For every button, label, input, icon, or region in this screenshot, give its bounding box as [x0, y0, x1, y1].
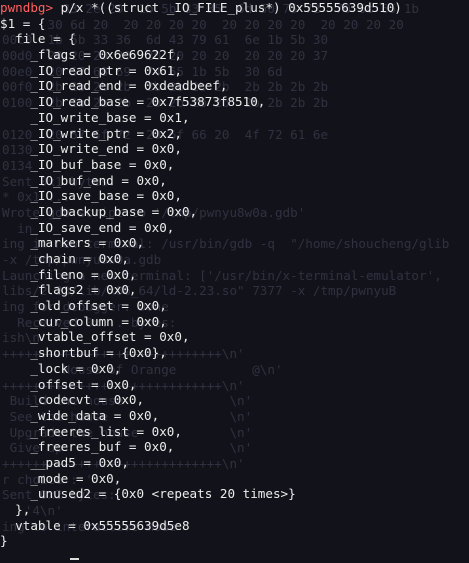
- output-line: },: [0, 502, 31, 517]
- output-line: _IO_buf_end = 0x0,: [0, 172, 167, 188]
- output-line: _chain = 0x0,: [0, 251, 129, 266]
- output-line: _freeres_buf = 0x0,: [0, 439, 175, 455]
- output-line: _IO_read_end = 0xdeadbeef,: [0, 78, 228, 94]
- output-line: _markers = 0x0,: [0, 235, 145, 251]
- output-line: vtable = 0x55555639d5e8: [0, 517, 190, 533]
- output-line: _IO_write_base = 0x1,: [0, 109, 190, 125]
- output-line: _cur_column = 0x0,: [0, 313, 167, 329]
- output-line: _shortbuf = {0x0},: [0, 345, 167, 361]
- output-line: _IO_buf_base = 0x0,: [0, 156, 175, 172]
- output-line: _IO_backup_base = 0x0,: [0, 203, 198, 219]
- output-line: _old_offset = 0x0,: [0, 298, 167, 314]
- gdb-output: pwndbg> p/x *((struct _IO_FILE_plus*) 0x…: [0, 0, 402, 549]
- output-line: _lock = 0x0,: [0, 360, 122, 376]
- command-line: pwndbg> p/x *((struct _IO_FILE_plus*) 0x…: [0, 0, 402, 16]
- output-line: _wide_data = 0x0,: [0, 407, 160, 423]
- output-line: $1 = {: [0, 15, 46, 31]
- output-line: _offset = 0x0,: [0, 376, 137, 392]
- output-line: _flags2 = 0x0,: [0, 282, 137, 298]
- cursor: [70, 558, 79, 560]
- output-line: _unused2 = {0x0 <repeats 20 times>}: [0, 486, 296, 502]
- output-line: _fileno = 0x0,: [0, 266, 137, 282]
- output-line: _IO_write_ptr = 0x2,: [0, 125, 182, 141]
- output-line: _IO_read_ptr = 0x61,: [0, 62, 182, 78]
- output-line: _vtable_offset = 0x0,: [0, 329, 190, 345]
- command-text: p/x *((struct _IO_FILE_plus*) 0x55555639…: [53, 0, 402, 15]
- output-line: _IO_read_base = 0x7f53873f8510,: [0, 94, 266, 110]
- terminal-window[interactable]: 33 2e 20 1b 5b 33 35 6d 50 75 72 70 6c 6…: [0, 0, 469, 563]
- output-line: _IO_save_base = 0x0,: [0, 188, 182, 204]
- pwndbg-prompt: pwndbg>: [0, 0, 54, 15]
- output-line: _mode = 0x0,: [0, 470, 122, 486]
- output-line: }: [0, 533, 8, 549]
- output-line: file = {: [0, 31, 76, 47]
- output-line: _IO_write_end = 0x0,: [0, 141, 182, 157]
- output-line: __pad5 = 0x0,: [0, 454, 129, 470]
- output-line: _IO_save_end = 0x0,: [0, 219, 175, 235]
- output-line: _codecvt = 0x0,: [0, 392, 145, 408]
- output-line: _freeres_list = 0x0,: [0, 423, 182, 439]
- output-line: _flags = 0x6e69622f,: [0, 47, 182, 63]
